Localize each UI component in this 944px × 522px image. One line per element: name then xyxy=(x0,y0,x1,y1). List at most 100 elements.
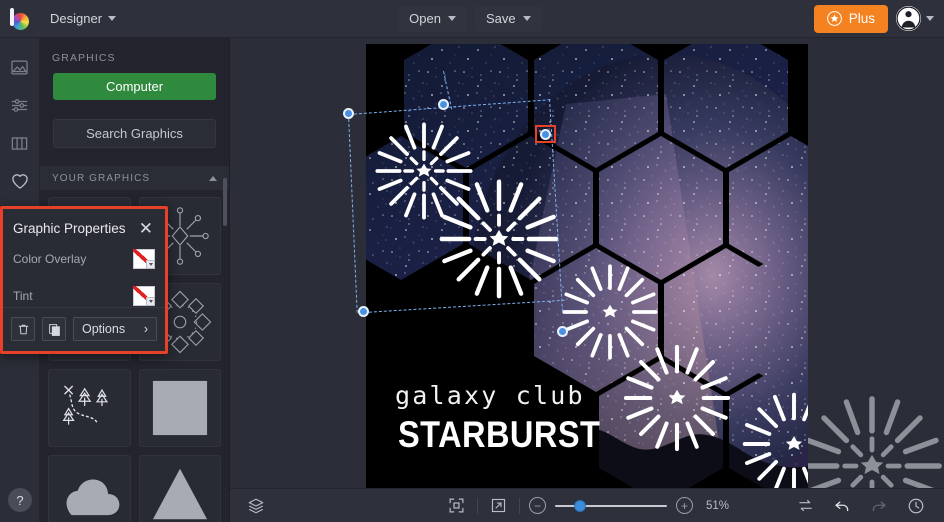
sidebar-item-adjust[interactable] xyxy=(0,86,40,124)
account-menu[interactable] xyxy=(896,6,934,31)
highlighted-handle-marker[interactable] xyxy=(535,125,556,143)
history-button[interactable] xyxy=(904,494,928,518)
avatar xyxy=(896,6,921,31)
expand-button[interactable] xyxy=(487,494,510,517)
bottom-bar-left xyxy=(230,494,268,518)
bottom-bar: − + 51% xyxy=(230,488,944,522)
plus-label: Plus xyxy=(848,11,875,26)
dialog-title: Graphic Properties xyxy=(13,221,126,236)
bottom-right-handle[interactable] xyxy=(557,326,568,337)
zoom-in-button[interactable]: + xyxy=(675,497,693,514)
options-arrow-icon: › xyxy=(143,322,148,336)
app-mode-menu[interactable]: Designer xyxy=(40,6,126,32)
app-mode-label: Designer xyxy=(50,11,103,26)
panel-scrollbar[interactable] xyxy=(223,178,227,226)
plus-upgrade-button[interactable]: Plus xyxy=(813,4,888,33)
sidebar-item-graphics[interactable] xyxy=(0,162,40,200)
zoom-slider-knob[interactable] xyxy=(573,499,586,512)
chevron-up-icon xyxy=(209,175,217,181)
computer-label: Computer xyxy=(105,79,164,94)
graphic-properties-footer: Options › xyxy=(3,307,165,351)
swatch-dropdown-icon[interactable] xyxy=(146,260,155,269)
help-label: ? xyxy=(16,492,24,508)
panel-title: GRAPHICS xyxy=(52,52,116,64)
heart-icon xyxy=(11,174,28,189)
save-button[interactable]: Save xyxy=(474,5,542,32)
undo-button[interactable] xyxy=(830,494,854,518)
thumb-cloud[interactable] xyxy=(48,455,131,522)
top-center-group: Open Save xyxy=(398,5,542,32)
swatch-dropdown-icon[interactable] xyxy=(146,297,155,306)
thumb-square[interactable] xyxy=(138,369,221,447)
redo-button[interactable] xyxy=(867,494,891,518)
save-label: Save xyxy=(485,11,516,26)
zoom-in-label: + xyxy=(680,498,688,513)
zoom-level-value: 51% xyxy=(705,499,730,512)
open-button[interactable]: Open xyxy=(398,5,467,32)
zoom-slider[interactable] xyxy=(554,499,667,513)
chevron-down-icon xyxy=(447,16,456,21)
chevron-down-icon xyxy=(926,16,934,21)
columns-icon xyxy=(11,136,28,150)
graphic-properties-header: Graphic Properties ✕ xyxy=(3,209,165,237)
canvas-workspace[interactable]: galaxy club STARBURST xyxy=(230,38,944,488)
chevron-down-icon xyxy=(522,16,531,21)
zoom-out-label: − xyxy=(533,498,541,513)
zoom-controls: − + 51% xyxy=(407,494,767,517)
zoom-slider-track xyxy=(554,504,667,507)
top-bar: Designer Open Save Plus xyxy=(0,0,944,38)
top-left-handle[interactable] xyxy=(343,108,354,119)
compare-button[interactable] xyxy=(794,494,817,517)
your-graphics-section-header[interactable]: YOUR GRAPHICS xyxy=(40,166,229,190)
search-graphics-button[interactable]: Search Graphics xyxy=(53,119,216,148)
triangle-shape-icon xyxy=(152,468,207,520)
search-graphics-label: Search Graphics xyxy=(86,126,183,141)
duplicate-graphic-button[interactable] xyxy=(42,317,66,341)
layers-icon xyxy=(248,498,264,513)
selection-edge-left xyxy=(348,114,358,313)
tint-label: Tint xyxy=(13,289,33,303)
bottom-bar-right xyxy=(794,494,944,518)
tint-swatch[interactable] xyxy=(133,286,155,306)
app-logo[interactable] xyxy=(0,7,40,30)
your-graphics-label: YOUR GRAPHICS xyxy=(52,172,151,184)
person-avatar-icon xyxy=(896,6,921,31)
history-icon xyxy=(908,498,924,513)
star-badge-icon xyxy=(826,11,842,26)
help-button[interactable]: ? xyxy=(8,488,32,512)
expand-icon xyxy=(491,498,506,513)
undo-icon xyxy=(835,501,849,511)
trees-path-icon xyxy=(62,385,109,425)
delete-graphic-button[interactable] xyxy=(11,317,35,341)
options-label: Options xyxy=(82,322,126,336)
chevron-down-icon xyxy=(108,16,117,21)
thumb-trees-path[interactable] xyxy=(48,369,131,447)
compare-icon xyxy=(799,499,812,512)
sidebar-item-image[interactable] xyxy=(0,48,40,86)
logo-stem xyxy=(10,7,14,26)
bottom-left-handle[interactable] xyxy=(358,306,369,317)
divider xyxy=(476,497,478,514)
open-label: Open xyxy=(409,11,441,26)
square-shape-icon xyxy=(152,380,207,436)
redo-icon xyxy=(872,501,886,511)
layers-button[interactable] xyxy=(244,494,268,518)
image-icon xyxy=(11,60,28,74)
top-right-group: Plus xyxy=(813,4,944,33)
graphic-properties-dialog: Graphic Properties ✕ Color Overlay Tint xyxy=(0,206,168,354)
computer-upload-button[interactable]: Computer xyxy=(53,73,216,100)
trash-icon xyxy=(18,324,28,334)
options-button[interactable]: Options › xyxy=(73,317,157,341)
thumb-triangle[interactable] xyxy=(138,455,221,522)
sidebar-item-collage[interactable] xyxy=(0,124,40,162)
color-overlay-label: Color Overlay xyxy=(13,252,87,266)
zoom-out-button[interactable]: − xyxy=(528,497,546,514)
selection-overlay xyxy=(230,38,944,488)
fit-to-screen-button[interactable] xyxy=(445,494,468,517)
color-overlay-row: Color Overlay xyxy=(3,244,165,274)
color-overlay-swatch[interactable] xyxy=(133,249,155,269)
close-icon[interactable]: ✕ xyxy=(137,220,155,237)
duplicate-icon xyxy=(48,323,60,336)
color-wheel-icon xyxy=(12,12,29,30)
rotation-handle[interactable] xyxy=(438,99,449,110)
